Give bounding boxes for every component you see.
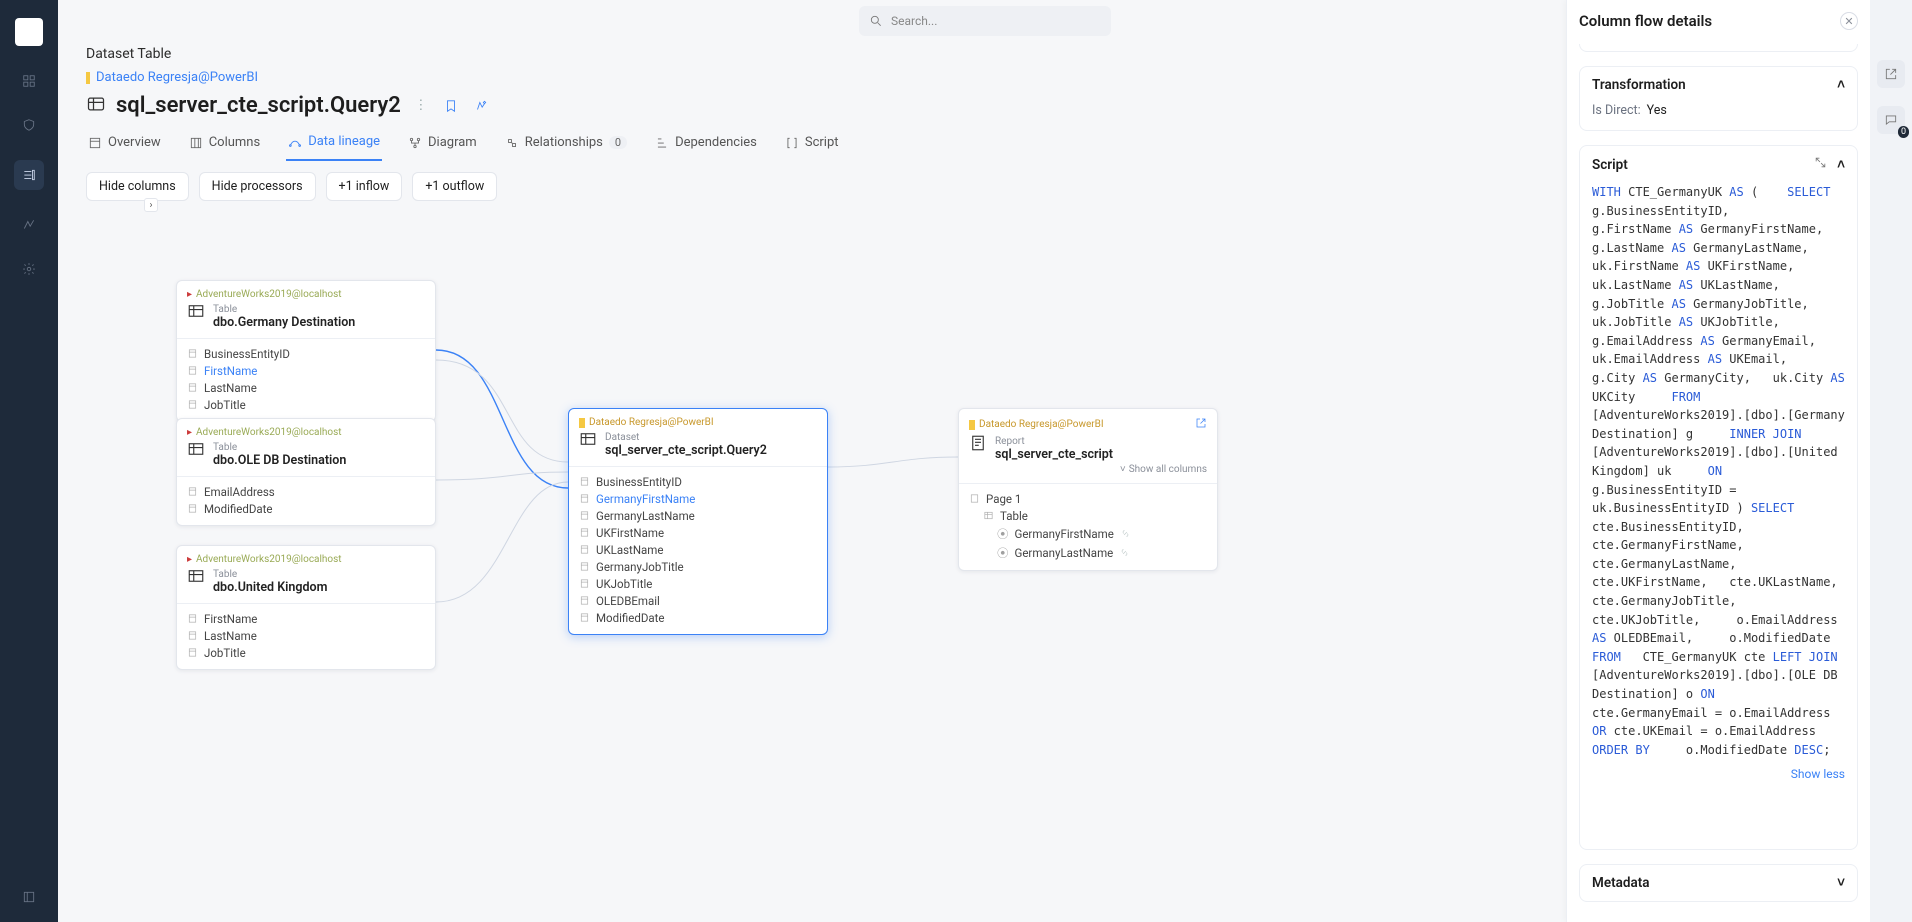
- expand-handle-icon[interactable]: ›: [144, 198, 158, 212]
- nav-rail: [0, 0, 58, 922]
- script-code: WITH CTE_GermanyUK AS ( SELECT g.Busines…: [1592, 183, 1845, 759]
- btn-hide-processors[interactable]: Hide processors: [199, 172, 316, 201]
- object-type-icon: [86, 94, 106, 118]
- column[interactable]: GermanyJobTitle: [575, 558, 821, 575]
- sqlserver-icon: ▸: [187, 289, 192, 300]
- btn-plus-inflow[interactable]: +1 inflow: [326, 172, 403, 201]
- nav-shield-icon[interactable]: [20, 116, 38, 134]
- node-ole-db-destination[interactable]: ▸AdventureWorks2019@localhost Table dbo.…: [176, 418, 436, 526]
- nav-dashboard-icon[interactable]: [20, 72, 38, 90]
- chevron-up-icon: ˄: [1837, 157, 1845, 173]
- sqlserver-icon: ▸: [187, 427, 192, 438]
- column[interactable]: LastName: [183, 379, 429, 396]
- panel-title: Column flow details: [1579, 12, 1858, 30]
- details-panel: ✕ Column flow details Transformation ˄ I…: [1566, 0, 1870, 922]
- tab-relationships[interactable]: Relationships0: [503, 128, 629, 161]
- pbi-icon: [86, 72, 90, 84]
- report-table: Table: [965, 507, 1211, 524]
- nav-collapse-icon[interactable]: [20, 888, 38, 906]
- tab-diagram[interactable]: Diagram: [406, 128, 479, 161]
- ai-generate-icon[interactable]: [471, 96, 491, 116]
- column[interactable]: FirstName: [183, 610, 429, 627]
- btn-hide-columns[interactable]: Hide columns: [86, 172, 189, 201]
- column[interactable]: UKJobTitle: [575, 575, 821, 592]
- column[interactable]: FirstName: [183, 362, 429, 379]
- column[interactable]: JobTitle: [183, 644, 429, 661]
- close-panel-icon[interactable]: ✕: [1840, 12, 1858, 30]
- page-title: sql_server_cte_script.Query2: [116, 93, 401, 118]
- column[interactable]: GermanyFirstName: [575, 490, 821, 507]
- table-icon: [187, 440, 205, 458]
- nav-catalog-icon[interactable]: [14, 160, 44, 190]
- chevron-down-icon: ˅: [1837, 875, 1845, 891]
- app-logo: [15, 18, 43, 46]
- section-transformation-toggle[interactable]: Transformation ˄: [1580, 67, 1857, 103]
- nav-lineage-icon[interactable]: [20, 216, 38, 234]
- section-script: Script ˄ WITH CTE_GermanyUK AS ( SELECT …: [1579, 145, 1858, 850]
- report-page: Page 1: [965, 490, 1211, 507]
- column[interactable]: LastName: [183, 627, 429, 644]
- expand-script-icon[interactable]: [1814, 156, 1827, 173]
- sqlserver-icon: ▸: [187, 554, 192, 565]
- column[interactable]: JobTitle: [183, 396, 429, 413]
- table-icon: [187, 567, 205, 585]
- column[interactable]: UKFirstName: [575, 524, 821, 541]
- show-all-columns[interactable]: ˅ Show all columns: [969, 464, 1207, 475]
- tab-dependencies[interactable]: Dependencies: [653, 128, 759, 161]
- chevron-up-icon: ˄: [1837, 77, 1845, 93]
- search-input[interactable]: Search...: [859, 6, 1111, 36]
- section-transformation: Transformation ˄ Is Direct:Yes: [1579, 66, 1858, 131]
- column[interactable]: EmailAddress: [183, 483, 429, 500]
- report-column[interactable]: ⦿GermanyFirstName: [965, 524, 1211, 543]
- open-node-icon[interactable]: [1195, 417, 1207, 432]
- column[interactable]: UKLastName: [575, 541, 821, 558]
- tab-script[interactable]: Script: [783, 128, 841, 161]
- report-column[interactable]: ⦿GermanyLastName: [965, 543, 1211, 562]
- column[interactable]: BusinessEntityID: [183, 345, 429, 362]
- section-metadata: Metadata ˅: [1579, 864, 1858, 902]
- powerbi-icon: [969, 420, 975, 430]
- tab-data-lineage[interactable]: Data lineage: [286, 128, 382, 161]
- rail-comments-icon[interactable]: 0: [1877, 106, 1905, 134]
- report-icon: [969, 434, 987, 452]
- more-options-icon[interactable]: ⋮: [411, 96, 431, 116]
- tab-columns[interactable]: Columns: [187, 128, 263, 161]
- node-query2[interactable]: Dataedo Regresja@PowerBI Dataset sql_ser…: [568, 408, 828, 635]
- column[interactable]: ModifiedDate: [183, 500, 429, 517]
- search-placeholder: Search...: [891, 14, 937, 28]
- column[interactable]: OLEDBEmail: [575, 592, 821, 609]
- rail-popout-icon[interactable]: [1877, 60, 1905, 88]
- powerbi-icon: [579, 418, 585, 428]
- node-united-kingdom[interactable]: ▸AdventureWorks2019@localhost Table dbo.…: [176, 545, 436, 670]
- bookmark-icon[interactable]: [441, 96, 461, 116]
- search-icon: [869, 14, 883, 28]
- breadcrumb-source-link[interactable]: Dataedo Regresja@PowerBI: [96, 70, 258, 85]
- section-metadata-toggle[interactable]: Metadata ˅: [1580, 865, 1857, 901]
- column[interactable]: ModifiedDate: [575, 609, 821, 626]
- btn-plus-outflow[interactable]: +1 outflow: [412, 172, 497, 201]
- nav-settings-icon[interactable]: [20, 260, 38, 278]
- node-report[interactable]: Dataedo Regresja@PowerBI Report sql_serv…: [958, 408, 1218, 571]
- right-rail: 0: [1870, 0, 1912, 922]
- section-script-toggle[interactable]: Script ˄: [1580, 146, 1857, 183]
- tab-overview[interactable]: Overview: [86, 128, 163, 161]
- show-less-link[interactable]: Show less: [1592, 767, 1845, 781]
- dataset-icon: [579, 430, 597, 448]
- column[interactable]: BusinessEntityID: [575, 473, 821, 490]
- node-germany-destination[interactable]: ▸AdventureWorks2019@localhost Table dbo.…: [176, 280, 436, 422]
- column[interactable]: GermanyLastName: [575, 507, 821, 524]
- table-icon: [187, 302, 205, 320]
